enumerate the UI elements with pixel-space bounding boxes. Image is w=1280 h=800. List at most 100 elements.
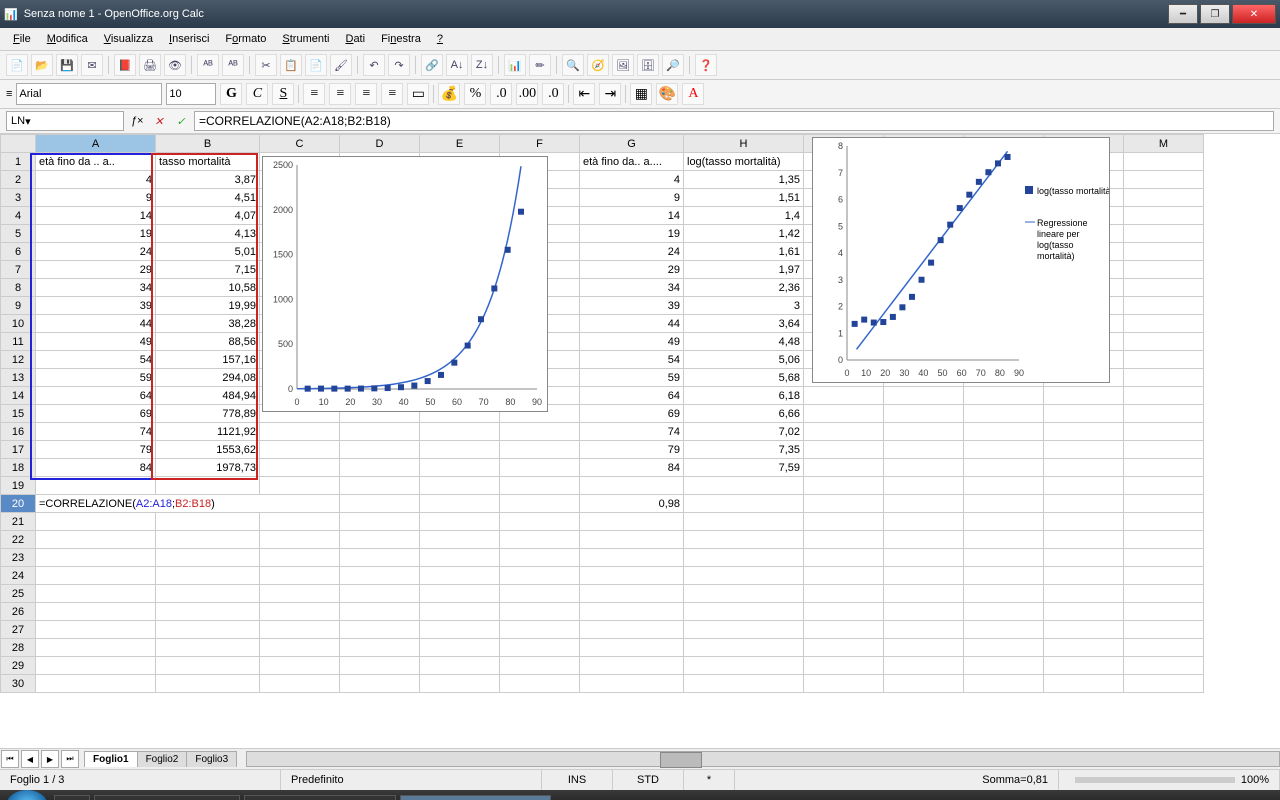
cell[interactable]: 1978,73	[156, 459, 260, 477]
select-all-corner[interactable]	[1, 135, 36, 153]
cell[interactable]: 54	[580, 351, 684, 369]
cell[interactable]	[1124, 639, 1204, 657]
cell[interactable]	[1124, 495, 1204, 513]
cell[interactable]	[340, 657, 420, 675]
cell[interactable]	[420, 567, 500, 585]
underline-button[interactable]: S	[272, 83, 294, 105]
cell[interactable]	[420, 459, 500, 477]
cell[interactable]	[1044, 657, 1124, 675]
cell[interactable]: 4,51	[156, 189, 260, 207]
cell[interactable]	[260, 675, 340, 693]
redo-icon[interactable]: ↷	[388, 54, 410, 76]
cell[interactable]	[804, 567, 884, 585]
cell[interactable]	[1044, 441, 1124, 459]
cell[interactable]	[964, 531, 1044, 549]
cell[interactable]	[684, 477, 804, 495]
cell[interactable]: 14	[36, 207, 156, 225]
percent-icon[interactable]: %	[464, 83, 486, 105]
menu-strumenti[interactable]: Strumenti	[275, 31, 336, 47]
cell[interactable]	[156, 585, 260, 603]
cell[interactable]	[340, 675, 420, 693]
cell[interactable]	[1044, 477, 1124, 495]
row-header-7[interactable]: 7	[1, 261, 36, 279]
cell[interactable]	[684, 513, 804, 531]
cell[interactable]	[964, 513, 1044, 531]
cell[interactable]	[156, 549, 260, 567]
cell[interactable]	[420, 531, 500, 549]
cell[interactable]	[1124, 171, 1204, 189]
cell[interactable]	[500, 603, 580, 621]
close-button[interactable]: ✕	[1232, 4, 1276, 24]
currency-icon[interactable]: 💰	[438, 83, 460, 105]
copy-icon[interactable]: 📋	[280, 54, 302, 76]
cell[interactable]: 44	[580, 315, 684, 333]
remove-decimal-icon[interactable]: .0	[542, 83, 564, 105]
cell[interactable]	[964, 639, 1044, 657]
undo-icon[interactable]: ↶	[363, 54, 385, 76]
cell[interactable]	[1124, 279, 1204, 297]
new-icon[interactable]: 📄	[6, 54, 28, 76]
cell[interactable]	[1124, 333, 1204, 351]
cut-icon[interactable]: ✂	[255, 54, 277, 76]
cell[interactable]	[156, 603, 260, 621]
row-header-21[interactable]: 21	[1, 513, 36, 531]
cell[interactable]: 4,07	[156, 207, 260, 225]
cell[interactable]	[580, 513, 684, 531]
cell[interactable]	[500, 477, 580, 495]
increase-indent-icon[interactable]: ⇥	[599, 83, 621, 105]
cell[interactable]	[804, 423, 884, 441]
cell[interactable]	[884, 639, 964, 657]
cell[interactable]	[684, 585, 804, 603]
cell[interactable]	[260, 549, 340, 567]
bold-button[interactable]: G	[220, 83, 242, 105]
cell[interactable]	[260, 567, 340, 585]
row-header-17[interactable]: 17	[1, 441, 36, 459]
borders-icon[interactable]: ▦	[630, 83, 652, 105]
task-explorer[interactable]: 📁	[54, 795, 90, 800]
cell[interactable]	[580, 603, 684, 621]
cell[interactable]	[36, 585, 156, 603]
row-header-3[interactable]: 3	[1, 189, 36, 207]
cell[interactable]	[884, 423, 964, 441]
cell[interactable]	[884, 603, 964, 621]
cell[interactable]	[36, 549, 156, 567]
cell[interactable]	[1124, 261, 1204, 279]
row-header-10[interactable]: 10	[1, 315, 36, 333]
cell[interactable]	[964, 585, 1044, 603]
row-header-18[interactable]: 18	[1, 459, 36, 477]
cell[interactable]	[1124, 567, 1204, 585]
cell[interactable]	[36, 603, 156, 621]
cell[interactable]	[964, 675, 1044, 693]
tab-prev-icon[interactable]: ◀	[21, 750, 39, 768]
cell[interactable]	[1044, 585, 1124, 603]
cell[interactable]: 1,61	[684, 243, 804, 261]
cell[interactable]	[500, 585, 580, 603]
row-header-14[interactable]: 14	[1, 387, 36, 405]
cell[interactable]	[1124, 549, 1204, 567]
cell[interactable]	[36, 639, 156, 657]
sheet-tab-1[interactable]: Foglio1	[84, 751, 138, 767]
cell[interactable]	[500, 675, 580, 693]
cell[interactable]	[156, 477, 260, 495]
row-header-8[interactable]: 8	[1, 279, 36, 297]
cell[interactable]	[884, 549, 964, 567]
cell[interactable]	[36, 477, 156, 495]
decrease-indent-icon[interactable]: ⇤	[573, 83, 595, 105]
cell[interactable]	[884, 621, 964, 639]
cell[interactable]: 7,59	[684, 459, 804, 477]
cell[interactable]: 4	[580, 171, 684, 189]
navigator-icon[interactable]: 🧭	[587, 54, 609, 76]
cell[interactable]: tasso mortalità	[156, 153, 260, 171]
cell[interactable]	[684, 495, 804, 513]
cell[interactable]	[156, 513, 260, 531]
cell[interactable]	[580, 531, 684, 549]
cell[interactable]	[1124, 153, 1204, 171]
tab-first-icon[interactable]: ⏮	[1, 750, 19, 768]
align-center-icon[interactable]: ≡	[329, 83, 351, 105]
horizontal-scrollbar[interactable]	[246, 751, 1280, 767]
find-icon[interactable]: 🔍	[562, 54, 584, 76]
col-header-D[interactable]: D	[340, 135, 420, 153]
menu-help[interactable]: ?	[430, 31, 450, 47]
cell[interactable]	[1124, 243, 1204, 261]
cell[interactable]	[1124, 225, 1204, 243]
